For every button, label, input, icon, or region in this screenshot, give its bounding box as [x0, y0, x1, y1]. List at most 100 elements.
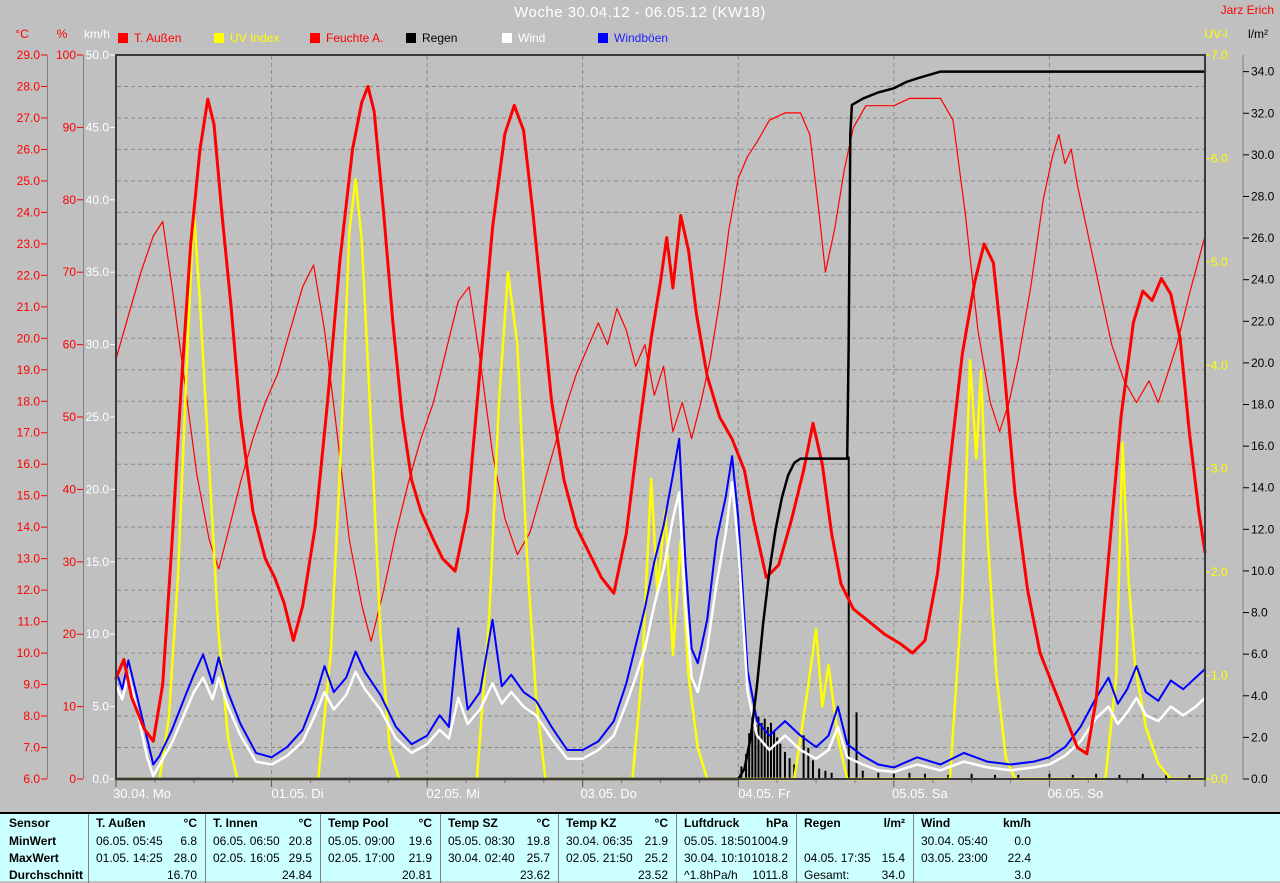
row-label: Durchschnitt	[9, 867, 84, 882]
day-label: 03.05. Do	[581, 786, 637, 801]
axis-tick-label: 2.0	[1211, 565, 1228, 579]
sensor-header: Temp Pool °C	[320, 814, 440, 832]
axis-tick-label: 12.0	[1251, 522, 1275, 536]
axis-tick-label: 0.0	[92, 772, 109, 786]
legend-label: Feuchte A.	[326, 31, 384, 45]
axis-tick-label: 24.0	[17, 205, 41, 219]
day-label: 01.05. Di	[272, 786, 324, 801]
row-label: Sensor	[9, 816, 50, 830]
axis-uv: 7.0 6.0 5.0 4.0 3.0 2.0 1.0 0.0 UV-I	[1204, 27, 1228, 786]
axis-tick-label: 5.0	[1211, 255, 1228, 269]
legend-swatch	[118, 33, 128, 43]
series-regen	[114, 70, 1207, 781]
sensor-header: Temp KZ °C	[558, 814, 676, 832]
axis-tick-label: 30.0	[1251, 148, 1275, 162]
stats-table: Sensor T. Außen °C T. Innen °C Temp Pool °C Tem…	[0, 812, 1280, 883]
axis-tick-label: 50.0	[86, 48, 110, 62]
axis-tick-label: 6.0	[23, 772, 40, 786]
weather-chart-panel: 29.0 28.0 27.0 26.0 25.0 24.0 23.0 22.0 21.0 20.0…	[0, 0, 1280, 812]
axis-tick-label: 20.0	[1251, 356, 1275, 370]
table-row: Sensor T. Außen °C T. Innen °C Temp Pool °C Tem…	[0, 814, 1280, 832]
avg-cell: ^1.8hPa/h 1011.8	[676, 866, 796, 883]
axis-tick-label: 24.0	[1251, 273, 1275, 287]
day-label: 30.04. Mo	[113, 786, 171, 801]
axis-tick-label: 0.0	[1211, 772, 1228, 786]
axis-tick-label: 22.0	[1251, 314, 1275, 328]
avg-cell: 23.52	[558, 866, 676, 883]
axis-tick-label: 10.0	[17, 646, 41, 660]
table-filler	[1039, 814, 1280, 832]
sensor-header: Wind km/h	[913, 814, 1039, 832]
axis-tick-label: 14.0	[17, 520, 41, 534]
axis-tick-label: 9.0	[23, 678, 40, 692]
axis-tick-label: 60	[63, 338, 77, 352]
legend-label: Wind	[518, 31, 546, 45]
legend-label: UV Index	[230, 31, 280, 45]
axis-tick-label: 18.0	[1251, 398, 1275, 412]
axis-tick-label: 10	[63, 700, 77, 714]
axis-tick-label: 40.0	[86, 193, 110, 207]
legend-label: T. Außen	[134, 31, 182, 45]
axis-tick-label: 2.0	[1251, 730, 1268, 744]
plot-border	[115, 54, 1206, 780]
avg-cell: 3.0	[913, 866, 1039, 883]
day-label: 06.05. So	[1048, 786, 1104, 801]
legend-item-5: Windböen	[598, 31, 694, 45]
axis-tick-label: 45.0	[86, 120, 110, 134]
avg-cell: 20.81	[320, 866, 440, 883]
series-wind	[114, 480, 1207, 778]
axis-tick-label: 35.0	[86, 265, 110, 279]
series-uv_index	[114, 177, 1207, 781]
axis-tick-label: 27.0	[17, 111, 41, 125]
min-cell	[796, 832, 913, 849]
legend-label: Regen	[422, 31, 458, 45]
axis-tick-label: 8.0	[1251, 606, 1268, 620]
legend: T. Außen UV Index Feuchte A. Regen Wind Windb…	[118, 31, 694, 45]
axis-tick-label: 80	[63, 193, 77, 207]
axis-tick-label: 18.0	[17, 394, 41, 408]
day-label: 02.05. Mi	[426, 786, 480, 801]
axis-tick-label: 4.0	[1251, 689, 1268, 703]
avg-cell: 23.62	[440, 866, 558, 883]
table-filler	[1039, 849, 1280, 866]
axis-rain: 34.0 32.0 30.0 28.0 26.0 24.0 22.0 20.0 18.0 16.0…	[1242, 27, 1275, 786]
series-windboeen	[115, 437, 1206, 769]
min-cell: 06.05. 05:45 6.8	[88, 832, 205, 849]
axis-tick-label: 16.0	[1251, 439, 1275, 453]
axis-tick-label: 32.0	[1251, 106, 1275, 120]
avg-cell: 16.70	[88, 866, 205, 883]
axis-tick-label: 25.0	[86, 410, 110, 424]
axis-tick-label: 8.0	[23, 709, 40, 723]
axis-tick-label: 70	[63, 265, 77, 279]
axis-unit-label: UV-I	[1204, 27, 1227, 41]
min-cell: 05.05. 18:50 1004.9	[676, 832, 796, 849]
table-row: MaxWert 01.05. 14:25 28.0 02.05. 16:05 29.5 0…	[0, 849, 1280, 866]
max-cell: 30.04. 10:10 1018.2	[676, 849, 796, 866]
max-cell: 02.05. 21:50 25.2	[558, 849, 676, 866]
axis-tick-label: 29.0	[17, 48, 41, 62]
axis-tick-label: 30.0	[86, 338, 110, 352]
axis-tick-label: 25.0	[17, 174, 41, 188]
axis-tick-label: 12.0	[17, 583, 41, 597]
max-cell: 04.05. 17:35 15.4	[796, 849, 913, 866]
axis-tick-label: 1.0	[1211, 669, 1228, 683]
axis-tick-label: 30	[63, 555, 77, 569]
axis-tick-label: 7.0	[1211, 48, 1228, 62]
axis-tick-label: 3.0	[1211, 462, 1228, 476]
legend-item-1: UV Index	[214, 31, 310, 45]
axis-unit-label: km/h	[84, 27, 110, 41]
axis-tick-label: 23.0	[17, 237, 41, 251]
row-label: MaxWert	[9, 850, 59, 865]
series-t_aussen	[114, 85, 1207, 756]
axis-tick-label: 6.0	[1211, 151, 1228, 165]
axis-tick-label: 19.0	[17, 363, 41, 377]
axis-tick-label: 28.0	[17, 79, 41, 93]
legend-swatch	[310, 33, 320, 43]
axis-unit-label: l/m²	[1248, 27, 1268, 41]
axis-tick-label: 17.0	[17, 426, 41, 440]
axis-tick-label: 0.0	[1251, 772, 1268, 786]
axis-tick-label: 20	[63, 627, 77, 641]
legend-swatch	[598, 33, 608, 43]
axis-tick-label: 40	[63, 482, 77, 496]
legend-item-2: Feuchte A.	[310, 31, 406, 45]
